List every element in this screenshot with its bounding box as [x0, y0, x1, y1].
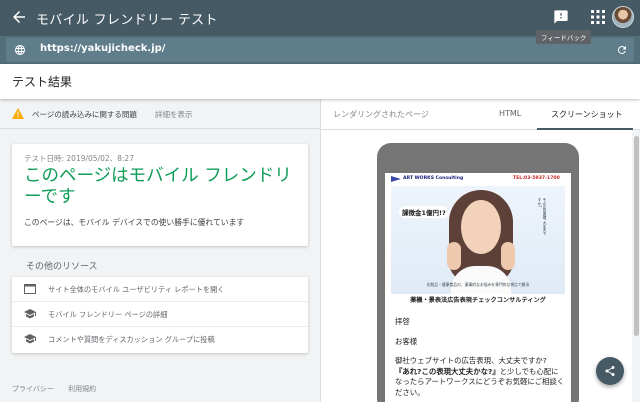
list-item[interactable]: モバイル フレンドリー ページの詳細 [12, 302, 308, 327]
list-item-label: サイト全体のモバイル ユーザビリティ レポートを開く [48, 285, 225, 294]
user-avatar[interactable] [612, 6, 634, 28]
back-arrow-icon[interactable] [10, 8, 28, 26]
show-details-link[interactable]: 詳細を表示 [155, 109, 193, 120]
results-panel: ページの読み込みに関する問題 詳細を表示 テスト日時: 2019/05/02、8… [0, 99, 320, 402]
site-brand: ART WORKS Consulting [403, 176, 464, 181]
hero-side-text: その広告表現 大丈夫ですか? [538, 198, 547, 236]
scrollbar-thumb[interactable] [634, 136, 639, 336]
paragraph-start: 御社ウェブサイトの広告表現、大丈夫ですか? [395, 356, 547, 365]
rendered-page-label: レンダリングされたページ [333, 110, 429, 119]
greeting: 拝啓 [395, 317, 410, 326]
issue-text: ページの読み込みに関する問題 [32, 110, 137, 119]
verdict-card: テスト日時: 2019/05/02、8:27 このページはモバイル フレンドリー… [12, 144, 308, 246]
phone-frame: ART WORKS Consulting TEL:03-5937-1700 課徴… [377, 143, 579, 402]
list-item[interactable]: コメントや質問をディスカッション グループに投稿 [12, 327, 308, 352]
other-resources-list: サイト全体のモバイル ユーザビリティ レポートを開く モバイル フレンドリー ペ… [12, 277, 308, 353]
share-button[interactable] [596, 357, 624, 385]
privacy-link[interactable]: プライバシー [12, 385, 54, 393]
list-item-label: コメントや質問をディスカッション グループに投稿 [48, 335, 215, 344]
hero-hand-left [447, 242, 461, 270]
page-loading-issue-row[interactable]: ページの読み込みに関する問題 詳細を表示 [0, 99, 320, 129]
site-screenshot: ART WORKS Consulting TEL:03-5937-1700 課徴… [385, 173, 571, 402]
verdict-detail: このページは、モバイル デバイスでの使い勝手に優れています [24, 218, 245, 227]
other-resources-heading: その他のリソース [26, 262, 98, 272]
hero-image: 課徴金1億円!? その広告表現 大丈夫ですか? 化粧品・健康食品の、薬事的なお悩… [391, 186, 565, 294]
graduation-cap-icon [24, 309, 36, 319]
active-tab-indicator [537, 128, 633, 130]
salutation: お客様 [395, 336, 418, 346]
list-item[interactable]: サイト全体のモバイル ユーザビリティ レポートを開く [12, 277, 308, 302]
preview-panel: レンダリングされたページ HTML スクリーンショット ART WORKS Co… [320, 99, 640, 402]
verdict-headline: このページはモバイル フレンドリーです [24, 166, 292, 207]
app-title: モバイル フレンドリー テスト [36, 13, 218, 28]
refresh-icon[interactable] [616, 44, 628, 56]
hero-face [461, 200, 501, 254]
preview-scrollbar[interactable] [632, 130, 640, 402]
browser-window-icon [24, 284, 36, 294]
feedback-icon[interactable] [553, 9, 569, 25]
footer-links: プライバシー 利用規約 [12, 384, 108, 394]
paragraph: 御社ウェブサイトの広告表現、大丈夫ですか? 『あれ?この表現大丈夫かな?』と少しで… [395, 356, 565, 398]
tab-screenshot[interactable]: スクリーンショット [551, 109, 623, 120]
results-title: テスト結果 [12, 75, 73, 89]
site-logo-icon [391, 176, 401, 182]
hero-caption: 化粧品・健康食品の、薬事的なお悩みを専門的な視点で解決 [426, 282, 530, 287]
terms-link[interactable]: 利用規約 [68, 385, 96, 393]
results-header: テスト結果 [0, 64, 640, 99]
url-value[interactable]: https://yakujicheck.jp/ [40, 43, 165, 54]
hero-badge: 課徴金1億円!? [399, 206, 449, 218]
list-item-label: モバイル フレンドリー ページの詳細 [48, 310, 168, 319]
paragraph-bold: 『あれ?この表現大丈夫かな?』 [395, 366, 500, 376]
preview-tabs: レンダリングされたページ HTML スクリーンショット [321, 99, 640, 130]
hero-hand-right [501, 242, 515, 270]
service-title: 薬機・景表法広告表現チェックコンサルティング [410, 297, 546, 304]
site-tel: TEL:03-5937-1700 [513, 176, 560, 181]
test-date: テスト日時: 2019/05/02、8:27 [24, 154, 134, 163]
apps-grid-icon[interactable] [591, 10, 605, 24]
feedback-tooltip: フィードバック [536, 30, 592, 44]
tab-html[interactable]: HTML [499, 109, 521, 118]
site-header: ART WORKS Consulting TEL:03-5937-1700 [385, 173, 571, 185]
site-body-text: 拝啓 お客様 御社ウェブサイトの広告表現、大丈夫ですか? 『あれ?この表現大丈夫か… [395, 317, 565, 402]
warning-icon [12, 108, 24, 119]
globe-icon [15, 45, 25, 55]
share-icon [605, 365, 615, 376]
graduation-cap-icon [24, 334, 36, 344]
